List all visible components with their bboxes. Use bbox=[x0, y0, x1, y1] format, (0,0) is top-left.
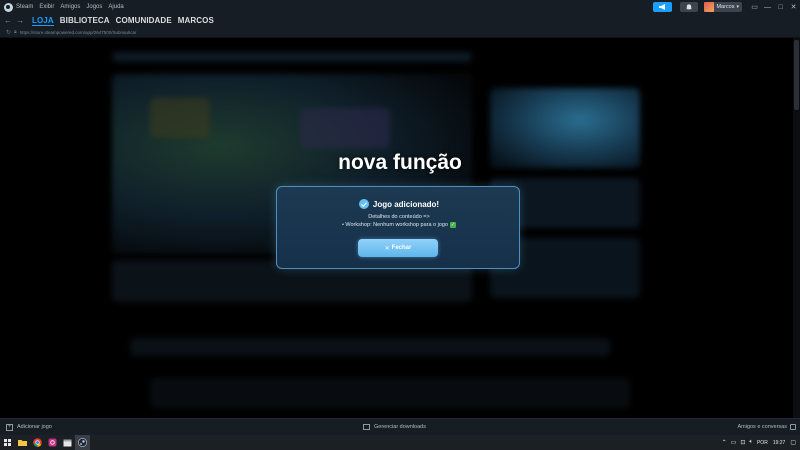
clock[interactable]: 19:27 bbox=[773, 440, 786, 446]
chat-icon bbox=[790, 424, 796, 430]
steam-logo-icon bbox=[4, 2, 13, 12]
add-game-button[interactable]: Adicionar jogo bbox=[17, 424, 52, 430]
windows-taskbar: ⌃ ▭ ⊡ 🔈︎ POR 19:27 ▢ bbox=[0, 435, 800, 450]
reload-icon[interactable]: ↻ bbox=[6, 29, 11, 36]
menu-exibir[interactable]: Exibir bbox=[39, 4, 54, 10]
dialog-workshop-line: • Workshop: Nenhum workshop para o jogo … bbox=[277, 222, 521, 228]
windows-logo-icon bbox=[4, 439, 11, 446]
page-scrollbar[interactable] bbox=[793, 38, 800, 418]
nav-bar: ← → LOJA BIBLIOTECA COMUNIDADE MARCOS bbox=[0, 14, 800, 27]
checkmark-circle-icon bbox=[358, 199, 369, 209]
start-button[interactable] bbox=[0, 435, 15, 450]
manage-downloads-button[interactable]: Gerenciar downloads bbox=[374, 424, 426, 430]
minimize-button[interactable]: — bbox=[761, 4, 774, 11]
user-name: Marcos bbox=[716, 4, 735, 10]
overlay-headline: nova função bbox=[338, 151, 462, 174]
plus-icon[interactable]: + bbox=[6, 423, 13, 431]
bell-icon bbox=[686, 4, 693, 10]
game-added-dialog: Jogo adicionado! Detalhes do conteúdo =>… bbox=[276, 186, 520, 269]
menu-bar: Steam Exibir Amigos Jogos Ajuda Marcos ▾… bbox=[0, 0, 800, 14]
maximize-button[interactable]: □ bbox=[774, 4, 787, 11]
taskbar-file-explorer[interactable] bbox=[15, 435, 30, 450]
tab-loja[interactable]: LOJA bbox=[32, 16, 54, 26]
back-arrow-icon[interactable]: ← bbox=[2, 16, 14, 25]
dialog-title: Jogo adicionado! bbox=[372, 199, 440, 209]
green-check-icon: ✓ bbox=[450, 222, 457, 228]
menu-jogos[interactable]: Jogos bbox=[86, 4, 102, 10]
dialog-details-line: Detalhes do conteúdo => bbox=[368, 214, 430, 220]
steam-icon bbox=[78, 438, 87, 447]
announcements-button[interactable] bbox=[653, 2, 673, 12]
download-icon bbox=[363, 424, 370, 430]
notification-center-icon[interactable]: ▢ bbox=[790, 439, 796, 446]
friends-area[interactable]: Amigos e conversas bbox=[737, 424, 796, 430]
close-dialog-button[interactable]: ✕ Fechar bbox=[358, 239, 438, 257]
display-icon[interactable]: ▭ bbox=[731, 439, 737, 446]
close-icon: ✕ bbox=[384, 245, 390, 252]
tab-biblioteca[interactable]: BIBLIOTECA bbox=[60, 16, 110, 25]
system-tray: ⌃ ▭ ⊡ 🔈︎ POR 19:27 ▢ bbox=[722, 435, 800, 450]
tab-comunidade[interactable]: COMUNIDADE bbox=[116, 16, 172, 25]
forward-arrow-icon[interactable]: → bbox=[14, 16, 26, 25]
notifications-button[interactable] bbox=[680, 2, 699, 12]
chrome-icon bbox=[33, 438, 42, 447]
folder-icon bbox=[18, 440, 27, 446]
dialog-title-row: Jogo adicionado! bbox=[277, 199, 521, 209]
chevron-down-icon: ▾ bbox=[736, 4, 739, 10]
taskbar-chrome[interactable] bbox=[30, 435, 45, 450]
big-picture-icon[interactable]: ▭ bbox=[748, 3, 761, 11]
menu-steam[interactable]: Steam bbox=[16, 4, 33, 10]
user-menu-button[interactable]: Marcos ▾ bbox=[704, 2, 742, 12]
lock-icon: 🔒︎ bbox=[14, 29, 17, 35]
instagram-icon bbox=[48, 438, 57, 447]
taskbar-app[interactable] bbox=[60, 435, 75, 450]
scrollbar-thumb[interactable] bbox=[794, 40, 799, 110]
avatar bbox=[704, 2, 715, 12]
steam-window: Steam Exibir Amigos Jogos Ajuda Marcos ▾… bbox=[0, 0, 800, 450]
network-icon[interactable]: ⊡ bbox=[740, 439, 745, 446]
taskbar-steam[interactable] bbox=[75, 435, 90, 450]
menu-ajuda[interactable]: Ajuda bbox=[108, 4, 123, 10]
url-text[interactable]: https://store.steampowered.com/app/26475… bbox=[20, 30, 137, 35]
taskbar-instagram[interactable] bbox=[45, 435, 60, 450]
chevron-up-icon[interactable]: ⌃ bbox=[722, 439, 727, 446]
downloads-area[interactable]: Gerenciar downloads bbox=[363, 424, 426, 430]
app-window-icon bbox=[63, 439, 72, 446]
url-bar: ↻ 🔒︎ https://store.steampowered.com/app/… bbox=[0, 27, 800, 38]
friends-chat-button[interactable]: Amigos e conversas bbox=[737, 424, 787, 430]
megaphone-icon bbox=[659, 4, 666, 10]
tab-marcos[interactable]: MARCOS bbox=[178, 16, 214, 25]
menu-amigos[interactable]: Amigos bbox=[60, 4, 80, 10]
close-button-label: Fechar bbox=[391, 245, 412, 251]
workshop-text: • Workshop: Nenhum workshop para o jogo bbox=[341, 222, 449, 228]
close-window-button[interactable]: ✕ bbox=[787, 3, 800, 11]
language-indicator[interactable]: POR bbox=[757, 440, 768, 446]
menu-bar-right: Marcos ▾ ▭ — □ ✕ bbox=[653, 0, 800, 14]
volume-icon[interactable]: 🔈︎ bbox=[749, 439, 753, 446]
steam-bottom-bar: + Adicionar jogo Gerenciar downloads Ami… bbox=[0, 418, 800, 435]
